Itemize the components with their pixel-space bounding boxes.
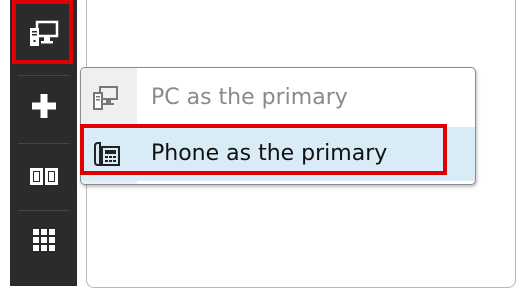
grid-icon — [32, 229, 55, 255]
apps-button[interactable] — [10, 214, 77, 270]
pc-icon — [93, 85, 119, 111]
toolbar-divider — [18, 143, 69, 144]
toolbar-divider — [18, 210, 69, 211]
book-icon — [29, 165, 59, 191]
plus-icon — [31, 93, 57, 123]
add-button[interactable] — [10, 80, 77, 136]
menu-item-pc-primary[interactable]: PC as the primary — [81, 71, 475, 125]
selection-highlight — [12, 0, 73, 64]
toolbar-divider — [18, 75, 69, 76]
selection-highlight — [80, 124, 447, 175]
side-toolbar — [10, 0, 77, 286]
guide-button[interactable] — [10, 150, 77, 206]
menu-item-label: PC as the primary — [151, 85, 348, 110]
